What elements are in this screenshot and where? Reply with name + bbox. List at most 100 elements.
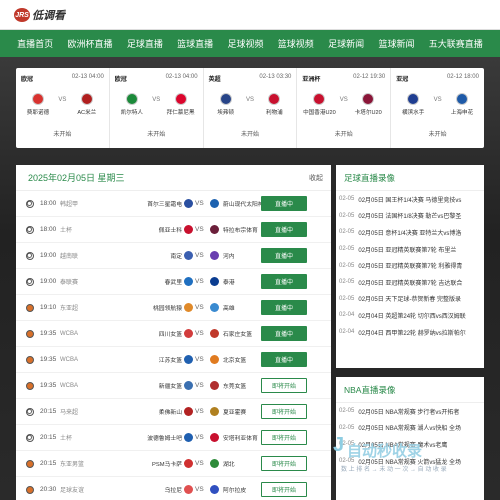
away-team[interactable]: AC米兰 bbox=[70, 93, 104, 116]
away-team[interactable]: 拜仁慕尼黑 bbox=[164, 93, 198, 116]
away-team-name: 利物浦 bbox=[265, 110, 283, 116]
row-vs: VS bbox=[195, 252, 204, 259]
match-card[interactable]: 英超 02-13 03:30 埃弗顿 VS 利物浦 未开始 bbox=[204, 68, 298, 148]
row-league: 足球友谊 bbox=[60, 488, 85, 494]
nav-item[interactable]: 欧洲杯直播 bbox=[67, 37, 112, 50]
row-home-team[interactable]: 南定 bbox=[108, 251, 182, 260]
replay-item[interactable]: 02-05 02月05日 国王杯1/4决赛 马德里竞技vs bbox=[336, 191, 484, 208]
upcoming-button[interactable]: 即将开始 bbox=[261, 404, 307, 419]
match-status: 未开始 bbox=[334, 132, 353, 138]
home-team[interactable]: 费耶诺德 bbox=[21, 93, 55, 116]
row-league: 东亚男篮 bbox=[60, 462, 85, 468]
away-team[interactable]: 上海申花 bbox=[445, 93, 479, 116]
row-home-crest-icon bbox=[184, 355, 193, 364]
replay-item[interactable]: 02-05 02月05日 亚冠精英联赛第7轮 吉达联合 bbox=[336, 274, 484, 291]
upcoming-button[interactable]: 即将开始 bbox=[261, 456, 307, 471]
collapse-link[interactable]: 收起 bbox=[309, 173, 323, 183]
match-time: 02-12 19:30 bbox=[353, 74, 386, 80]
row-home-team[interactable]: 春武里 bbox=[108, 277, 182, 286]
nav-item[interactable]: 足球视频 bbox=[227, 37, 263, 50]
replay-item[interactable]: 02-05 02月05日 亚冠精英联赛第7轮 利雅得青 bbox=[336, 257, 484, 274]
row-vs: VS bbox=[195, 408, 204, 415]
live-button[interactable]: 直播中 bbox=[261, 248, 307, 263]
replay-title[interactable]: 02月05日 NBA常规赛 湖人vs快船 全场 bbox=[358, 423, 461, 432]
replay-title[interactable]: 02月05日 NBA常规赛 步行者vs开拓者 bbox=[358, 407, 459, 416]
replay-title[interactable]: 02月05日 亚冠精英联赛第7轮 布里兰 bbox=[358, 245, 456, 254]
away-team[interactable]: 卡塔尔U20 bbox=[351, 93, 385, 116]
nav-item[interactable]: 五大联赛直播 bbox=[429, 37, 483, 50]
away-team[interactable]: 利物浦 bbox=[257, 93, 291, 116]
match-card[interactable]: 亚洲杯 02-12 19:30 中国香港U20 VS 卡塔尔U20 未开始 bbox=[297, 68, 392, 148]
row-home-team[interactable]: 佩亚士科 bbox=[108, 225, 182, 234]
away-team-name: 上海申花 bbox=[450, 110, 474, 116]
nav-item[interactable]: 直播首页 bbox=[17, 37, 53, 50]
upcoming-button[interactable]: 即将开始 bbox=[261, 430, 307, 445]
upcoming-button[interactable]: 即将开始 bbox=[261, 482, 307, 497]
live-button[interactable]: 直播中 bbox=[261, 326, 307, 341]
row-home-team[interactable]: 波德鲁姆士吧 bbox=[108, 433, 182, 442]
home-team[interactable]: 凯尔特人 bbox=[115, 93, 149, 116]
nav-item[interactable]: 足球直播 bbox=[127, 37, 163, 50]
live-button[interactable]: 直播中 bbox=[261, 300, 307, 315]
row-home-team[interactable]: PSM马卡萨 bbox=[108, 459, 182, 468]
site-logo[interactable]: JRS 低调看 bbox=[14, 7, 65, 23]
replay-item[interactable]: 02-05 02月05日 法国杯1/8决赛 勒芒vs巴黎圣 bbox=[336, 208, 484, 225]
row-home-team[interactable]: 桃园领航猿 bbox=[108, 303, 182, 312]
match-card[interactable]: 亚冠 02-12 18:00 横滨水手 VS 上海申花 未开始 bbox=[391, 68, 484, 148]
replay-item[interactable]: 02-05 02月05日 天下足球-恭贺新春 完整版录 bbox=[336, 291, 484, 308]
row-home-crest-icon bbox=[184, 433, 193, 442]
row-home-crest-icon bbox=[184, 303, 193, 312]
row-home-team[interactable]: 四川女篮 bbox=[108, 329, 182, 338]
replay-title[interactable]: 02月05日 亚冠精英联赛第7轮 吉达联合 bbox=[358, 278, 462, 287]
live-button[interactable]: 直播中 bbox=[261, 196, 307, 211]
replay-item[interactable]: 02-05 02月05日 亚冠精英联赛第7轮 布里兰 bbox=[336, 241, 484, 258]
live-button[interactable]: 直播中 bbox=[261, 352, 307, 367]
nav-item[interactable]: 篮球视频 bbox=[278, 37, 314, 50]
row-home-team[interactable]: 首尔三星霜电 bbox=[108, 199, 182, 208]
replay-title[interactable]: 02月05日 亚冠精英联赛第7轮 利雅得青 bbox=[358, 261, 462, 270]
replay-item[interactable]: 02-05 02月05日 NBA常规赛 步行者vs开拓者 bbox=[336, 403, 484, 420]
schedule-list: 18:00 韩超甲 首尔三星霜电 VS 蔚山现代太阳神 直播中 18:00 土杯 佩亚士科 VS 特… bbox=[16, 191, 331, 500]
replay-title[interactable]: 02月05日 法国杯1/8决赛 勒芒vs巴黎圣 bbox=[358, 211, 461, 220]
replay-item[interactable]: 02-04 02月04日 西甲第22轮 赫罗纳vs拉斯帕尔 bbox=[336, 324, 484, 341]
schedule-row: 18:00 土杯 佩亚士科 VS 特拉布宗体育 直播中 bbox=[16, 217, 331, 243]
replay-item[interactable]: 02-05 02月05日 意杯1/4决赛 亚特兰大vs博洛 bbox=[336, 224, 484, 241]
live-button[interactable]: 直播中 bbox=[261, 274, 307, 289]
row-home-crest-icon bbox=[184, 459, 193, 468]
replay-date: 02-05 bbox=[339, 279, 355, 286]
row-home-team[interactable]: 江苏女篮 bbox=[108, 355, 182, 364]
replay-title[interactable]: 02月05日 意杯1/4决赛 亚特兰大vs博洛 bbox=[358, 228, 461, 237]
football-replays-title: 足球直播录像 bbox=[336, 165, 484, 191]
nav-item[interactable]: 足球新闻 bbox=[328, 37, 364, 50]
replay-title[interactable]: 02月04日 西甲第22轮 赫罗纳vs拉斯帕尔 bbox=[358, 328, 465, 337]
match-league: 欧冠 bbox=[21, 77, 34, 83]
live-button[interactable]: 直播中 bbox=[261, 222, 307, 237]
replay-title[interactable]: 02月05日 国王杯1/4决赛 马德里竞技vs bbox=[358, 195, 461, 204]
row-vs: VS bbox=[195, 382, 204, 389]
vs-label: VS bbox=[339, 97, 348, 103]
nav-item[interactable]: 篮球直播 bbox=[177, 37, 213, 50]
match-card-header: 英超 02-13 03:30 bbox=[209, 74, 292, 83]
home-team[interactable]: 横滨水手 bbox=[396, 93, 430, 116]
featured-matches: 欧冠 02-13 04:00 费耶诺德 VS AC米兰 未开始 欧冠 02-13 04:00 凯… bbox=[16, 68, 484, 148]
nav-item[interactable]: 篮球新闻 bbox=[378, 37, 414, 50]
row-time: 19:35 bbox=[40, 382, 57, 389]
match-card[interactable]: 欧冠 02-13 04:00 费耶诺德 VS AC米兰 未开始 bbox=[16, 68, 110, 148]
match-card[interactable]: 欧冠 02-13 04:00 凯尔特人 VS 拜仁慕尼黑 未开始 bbox=[110, 68, 204, 148]
away-crest-icon bbox=[455, 93, 468, 105]
row-home-team[interactable]: 柔佛新山 bbox=[108, 407, 182, 416]
row-away-crest-icon bbox=[210, 433, 219, 442]
home-team[interactable]: 中国香港U20 bbox=[302, 93, 336, 116]
replay-item[interactable]: 02-04 02月04日 英超第24轮 切尔西vs西汉姆联 bbox=[336, 307, 484, 324]
row-home-team[interactable]: 乌拉尼 bbox=[108, 485, 182, 494]
schedule-row: 18:00 韩超甲 首尔三星霜电 VS 蔚山现代太阳神 直播中 bbox=[16, 191, 331, 217]
replay-date: 02-05 bbox=[339, 212, 355, 219]
row-home-team[interactable]: 新疆女篮 bbox=[108, 381, 182, 390]
replay-title[interactable]: 02月04日 英超第24轮 切尔西vs西汉姆联 bbox=[358, 311, 465, 320]
row-time: 18:00 bbox=[40, 226, 57, 233]
upcoming-button[interactable]: 即将开始 bbox=[261, 378, 307, 393]
top-header: JRS 低调看 bbox=[0, 0, 500, 30]
replay-item[interactable]: 02-05 02月05日 NBA常规赛 湖人vs快船 全场 bbox=[336, 420, 484, 437]
home-team[interactable]: 埃弗顿 bbox=[209, 93, 243, 116]
replay-title[interactable]: 02月05日 天下足球-恭贺新春 完整版录 bbox=[358, 294, 461, 303]
